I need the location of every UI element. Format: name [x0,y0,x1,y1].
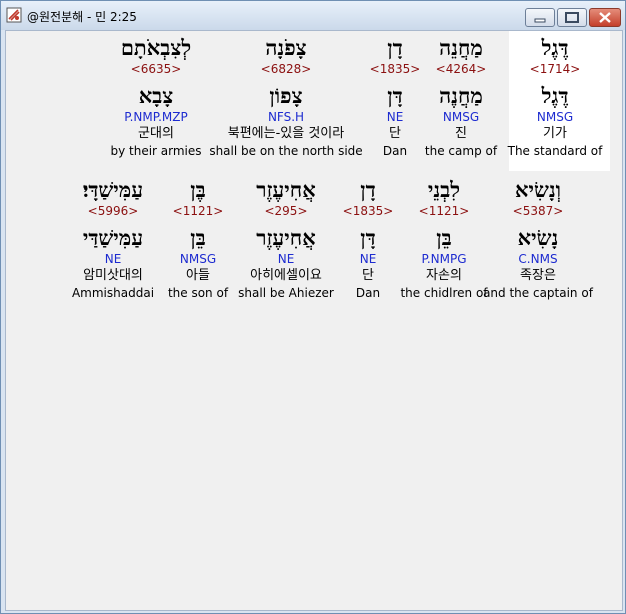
korean-gloss: 아히에셀이요 [250,268,322,283]
word-column[interactable]: דָן <1835> דָּן NE 단 Dan [370,35,421,159]
hebrew-lemma: דָּן [360,225,376,250]
hebrew-lemma: דֶּגֶל [541,83,569,108]
word-column[interactable]: אֲחִיעֶזֶר <295> אֲחִיעֶזֶר NE 아히에셀이요 sh… [238,177,334,301]
korean-gloss: 아들 [186,268,210,283]
hebrew-word: דָן [387,35,403,60]
strong-number[interactable]: <5387> [483,203,593,219]
morph-code: NE [104,252,122,266]
english-gloss: The standard of [507,144,603,158]
hebrew-word: לְצִבְאֹתָם [120,35,192,60]
english-gloss: shall be on the north side [209,144,363,158]
english-gloss: the camp of [424,144,498,158]
maximize-icon [565,12,579,23]
word-column[interactable]: לִבְנֵי <1121> בֵּן P.NMPG 자손의 the chidl… [400,177,487,301]
morph-code: NMSG [536,110,574,124]
word-column[interactable]: לְצִבְאֹתָם <6635> צָבָא P.NMP.MZP 군대의 b… [110,35,201,159]
strong-number[interactable]: <295> [238,203,334,219]
hebrew-lemma: צָבָא [138,83,174,108]
hebrew-word: וְנָשִׂיא [514,177,562,202]
close-icon [599,12,611,23]
morph-code: NMSG [442,110,480,124]
morph-code: C.NMS [518,252,558,266]
hebrew-lemma: צָפוֹן [269,83,303,108]
english-gloss: Dan [382,144,408,158]
hebrew-word: עַמִּישַׁדָּי׃ [82,177,144,202]
korean-gloss: 북편에는-있을 것이라 [227,126,345,141]
strong-number[interactable]: <6635> [110,61,201,77]
korean-gloss: 진 [455,126,467,141]
hebrew-lemma: בֵּן [190,225,206,250]
word-column[interactable]: בֶּן <1121> בֵּן NMSG 아들 the son of [168,177,228,301]
korean-gloss: 족장은 [520,268,556,283]
morph-code: NMSG [179,252,217,266]
english-gloss: the son of [167,286,229,300]
strong-number[interactable]: <4264> [425,61,497,77]
word-column[interactable]: עַמִּישַׁדָּי׃ <5996> עַמִּישַׁדַּי NE 암… [72,177,154,301]
strong-number[interactable]: <1835> [370,61,421,77]
korean-gloss: 자손의 [426,268,462,283]
hebrew-word: דָן [360,177,376,202]
hebrew-lemma: עַמִּישַׁדַּי [82,225,144,250]
close-button[interactable] [589,8,621,27]
morph-code: P.NMPG [421,252,467,266]
strong-number[interactable]: <5996> [72,203,154,219]
hebrew-lemma: מַחֲנֶה [439,83,483,108]
strong-number[interactable]: <1121> [400,203,487,219]
app-window: @원전분해 - 민 2:25 דֶּגֶל <1714> דֶּגֶל NMSG… [0,0,626,614]
hebrew-lemma: בֵּן [436,225,452,250]
hebrew-word: אֲחִיעֶזֶר [256,177,316,202]
hebrew-lemma: נָשִׂיא [517,225,559,250]
minimize-icon [534,18,546,23]
strong-number[interactable]: <1835> [343,203,394,219]
word-column[interactable]: דֶּגֶל <1714> דֶּגֶל NMSG 기가 The standar… [508,35,603,159]
english-gloss: Ammishaddai [71,286,155,300]
hebrew-word: דֶּגֶל [541,35,569,60]
korean-gloss: 단 [389,126,401,141]
english-gloss: by their armies [110,144,202,158]
maximize-button[interactable] [557,8,587,27]
hebrew-word: בֶּן [190,177,206,202]
english-gloss: and the captain of [483,286,593,300]
strong-number[interactable]: <1714> [508,61,603,77]
morph-code: NFS.H [267,110,305,124]
word-column[interactable]: מַחֲנֵה <4264> מַחֲנֶה NMSG 진 the camp o… [425,35,497,159]
window-title: @원전분해 - 민 2:25 [27,10,137,24]
hebrew-lemma: אֲחִיעֶזֶר [256,225,316,250]
english-gloss: shall be Ahiezer [238,286,334,300]
word-column[interactable]: צָפֹנָה <6828> צָפוֹן NFS.H 북편에는-있을 것이라 … [209,35,362,159]
korean-gloss: 단 [362,268,374,283]
hebrew-word: מַחֲנֵה [439,35,483,60]
english-gloss: the chidlren of [400,286,488,300]
strong-number[interactable]: <1121> [168,203,228,219]
morph-code: NE [386,110,404,124]
hebrew-lemma: דָּן [387,83,403,108]
title-bar[interactable]: @원전분해 - 민 2:25 [1,1,625,30]
morph-code: P.NMP.MZP [124,110,188,124]
korean-gloss: 기가 [543,126,567,141]
strong-number[interactable]: <6828> [209,61,362,77]
korean-gloss: 군대의 [138,126,174,141]
analysis-pane: דֶּגֶל <1714> דֶּגֶל NMSG 기가 The standar… [5,30,623,611]
english-gloss: Dan [355,286,381,300]
morph-code: NE [277,252,295,266]
morph-code: NE [359,252,377,266]
minimize-button[interactable] [525,8,555,27]
hebrew-word: לִבְנֵי [427,177,461,202]
app-icon [6,7,22,23]
word-column[interactable]: וְנָשִׂיא <5387> נָשִׂיא C.NMS 족장은 and t… [483,177,593,301]
hebrew-word: צָפֹנָה [265,35,307,60]
word-column[interactable]: דָן <1835> דָּן NE 단 Dan [343,177,394,301]
korean-gloss: 암미삿대의 [83,268,143,283]
